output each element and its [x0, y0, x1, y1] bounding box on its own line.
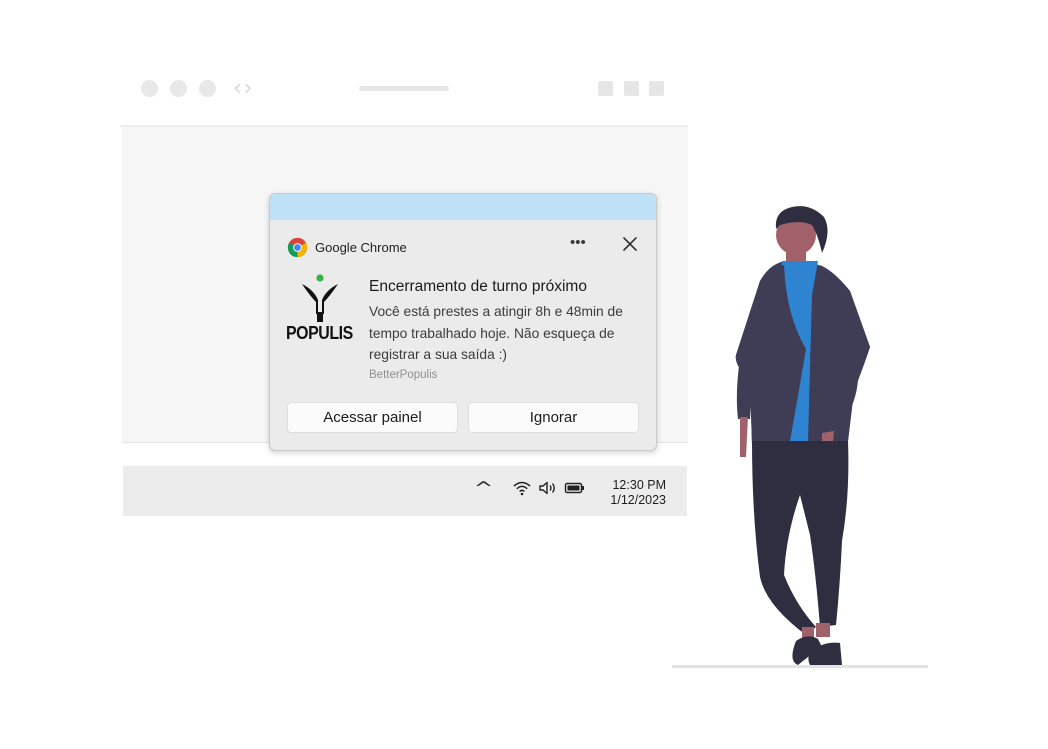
clock-time: 12:30 PM — [612, 478, 666, 492]
notification-toast[interactable]: Google Chrome ••• POPULIS Encerramento d… — [269, 193, 657, 451]
wifi-icon[interactable] — [512, 480, 532, 496]
volume-icon[interactable] — [538, 480, 558, 496]
app-name: Google Chrome — [315, 240, 407, 255]
battery-icon[interactable] — [564, 480, 586, 496]
nav-arrows-icon[interactable]: ‹› — [233, 76, 255, 101]
notification-source: BetterPopulis — [369, 369, 438, 381]
populis-logo-text: POPULIS — [286, 322, 353, 343]
window-close-dot[interactable] — [141, 80, 158, 97]
ignore-button[interactable]: Ignorar — [468, 402, 639, 433]
close-icon[interactable] — [620, 234, 640, 254]
notification-body: Você está prestes a atingir 8h e 48min d… — [369, 304, 623, 362]
chrome-icon — [287, 237, 308, 258]
tray-overflow-caret-icon[interactable]: ^ — [474, 478, 494, 499]
toast-accent-bar — [270, 194, 656, 220]
window-control-square[interactable] — [598, 81, 613, 96]
ground-line — [672, 665, 928, 668]
window-minimize-dot[interactable] — [170, 80, 187, 97]
system-tray[interactable] — [512, 480, 586, 496]
window-control-square[interactable] — [649, 81, 664, 96]
window-control-square[interactable] — [624, 81, 639, 96]
clock-date: 1/12/2023 — [610, 493, 666, 507]
notification-title: Encerramento de turno próximo — [369, 278, 587, 295]
window-maximize-dot[interactable] — [199, 80, 216, 97]
more-options-button[interactable]: ••• — [566, 232, 590, 253]
taskbar-clock[interactable]: 12:30 PM 1/12/2023 — [600, 478, 666, 508]
open-dashboard-button[interactable]: Acessar painel — [287, 402, 458, 433]
person-illustration — [735, 206, 870, 665]
url-bar[interactable] — [359, 86, 449, 91]
